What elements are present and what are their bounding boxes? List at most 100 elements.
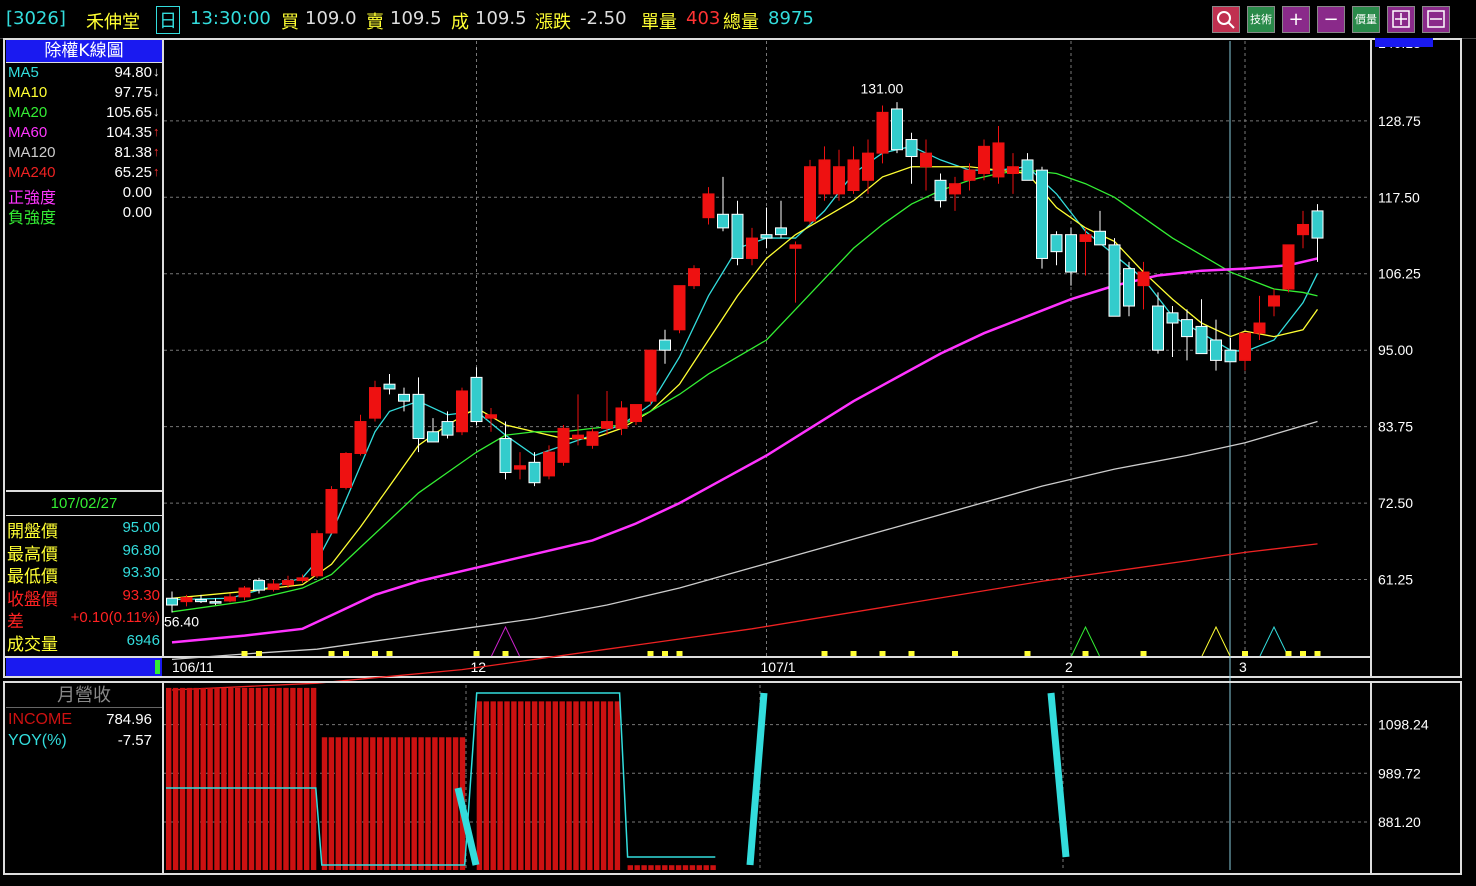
candle[interactable] [934,173,947,208]
signal-dot [662,651,668,656]
candle[interactable] [1311,204,1324,262]
candle[interactable] [1050,231,1063,266]
candle[interactable] [760,207,773,249]
candle[interactable] [325,486,338,534]
signal-dot [386,651,393,656]
candle-body [775,227,787,236]
candle[interactable] [1036,166,1048,269]
candle[interactable] [1268,289,1280,317]
candle-body [1166,312,1179,324]
candle-body [659,339,671,351]
candle[interactable] [920,139,932,191]
candle[interactable] [949,176,961,211]
candle-body [702,193,715,219]
sub-left-divider [162,683,164,873]
candle[interactable] [514,452,526,480]
candle[interactable] [456,387,468,436]
candle[interactable] [354,414,367,456]
candle-body [427,431,439,443]
candle[interactable] [905,132,918,184]
candle[interactable] [1224,337,1237,363]
candle[interactable] [311,530,323,578]
candle[interactable] [978,139,990,181]
candle[interactable] [746,227,758,266]
candle[interactable] [789,241,802,303]
candle[interactable] [847,146,860,194]
candle-body [166,597,178,606]
candle[interactable] [369,380,381,422]
candle[interactable] [876,105,889,164]
candle-body [514,465,526,470]
candle[interactable] [1166,306,1179,357]
signal-dot [372,651,378,656]
candle[interactable] [238,586,251,601]
candle[interactable] [630,404,642,425]
candle[interactable] [557,424,570,466]
candle[interactable] [1239,332,1251,371]
x-tick-label: 2 [1065,659,1073,675]
candle[interactable] [267,579,280,592]
candle[interactable] [1065,227,1077,286]
candle[interactable] [688,265,700,290]
y-tick-label: 128.75 [1378,113,1421,129]
candle[interactable] [992,125,1005,184]
candle-body [862,152,874,181]
candle[interactable] [1210,319,1222,371]
candle[interactable] [601,390,613,436]
candle[interactable] [818,146,831,201]
candle[interactable] [340,452,352,490]
candle-body [383,383,396,390]
candle-body [847,159,860,192]
signal-dot [1285,651,1292,656]
revenue-value: -7.57 [117,732,152,749]
candle[interactable] [586,428,599,449]
candle[interactable] [775,200,787,239]
candle[interactable] [1195,299,1208,355]
candle[interactable] [572,394,584,446]
candle[interactable] [427,418,439,443]
candle[interactable] [1007,153,1019,194]
candle[interactable] [1094,210,1106,246]
y-tick-label: 106.25 [1378,266,1421,282]
candle[interactable] [1079,227,1092,276]
candle-body [195,599,207,603]
candle[interactable] [1108,238,1121,317]
candle[interactable] [659,329,671,364]
candle[interactable] [644,349,657,405]
candle[interactable] [1282,244,1295,293]
candle[interactable] [470,367,483,425]
candle[interactable] [383,373,396,395]
candle-body [1152,305,1164,351]
candle[interactable] [441,411,454,439]
signal-dot [908,651,915,656]
candle[interactable] [1297,210,1309,249]
candle-body [1253,322,1266,334]
candle[interactable] [1123,261,1135,317]
candle-body [949,183,961,195]
candle[interactable] [833,149,845,201]
candle[interactable] [673,285,686,334]
candle[interactable] [224,593,236,603]
candle[interactable] [412,377,425,453]
candle[interactable] [166,591,178,613]
candle-body [1282,244,1295,290]
candle[interactable] [1181,309,1193,361]
sub-panel-title[interactable]: 月營收 [6,685,162,708]
candle[interactable] [1021,153,1034,181]
candle-body [325,489,338,534]
candle[interactable] [804,159,816,225]
candle[interactable] [1137,261,1150,310]
candle-body [1007,166,1019,175]
candle[interactable] [1253,295,1266,341]
signal-dot [328,651,335,656]
candle[interactable] [731,200,744,266]
candle-body [543,451,555,477]
candle[interactable] [543,445,555,480]
candle-body [804,166,816,222]
candle[interactable] [717,176,729,232]
candle[interactable] [499,421,512,480]
candle-body [180,597,193,603]
candle[interactable] [528,452,541,487]
candle[interactable] [702,187,715,225]
candle[interactable] [891,102,903,154]
